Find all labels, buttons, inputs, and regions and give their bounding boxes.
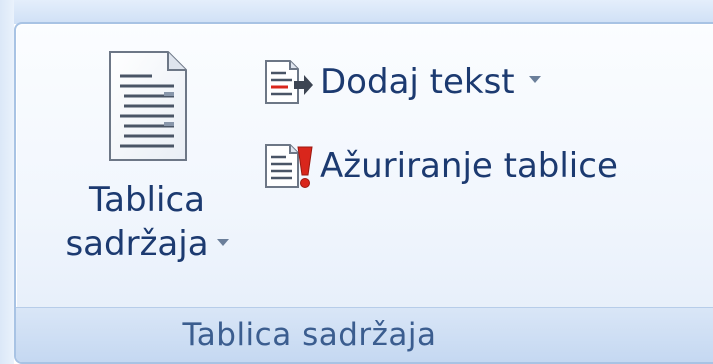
ribbon-group-table-of-contents: Tablica sadržaja Dodaj tekst Ažuriranje … [14,22,713,364]
dropdown-caret-icon [528,75,541,83]
document-toc-icon [109,51,187,161]
table-of-contents-label: Tablica sadržaja [52,178,242,266]
dropdown-caret-icon [216,239,229,246]
group-footer: Tablica sadržaja [16,307,713,362]
ribbon-left-edge [0,0,14,364]
update-table-icon [265,144,313,188]
update-table-button[interactable]: Ažuriranje tablice [264,138,618,194]
group-title: Tablica sadržaja [182,317,437,353]
add-text-icon [265,60,313,104]
ribbon-top-strip [0,0,713,24]
add-text-button[interactable]: Dodaj tekst [264,54,541,110]
toc-label-line1: Tablica [89,180,205,220]
add-text-label: Dodaj tekst [320,62,515,102]
toc-label-line2: sadržaja [65,224,209,264]
table-of-contents-button[interactable]: Tablica sadržaja [52,40,242,300]
ribbon-canvas: Tablica sadržaja Dodaj tekst Ažuriranje … [0,0,713,364]
update-table-label: Ažuriranje tablice [320,146,618,186]
